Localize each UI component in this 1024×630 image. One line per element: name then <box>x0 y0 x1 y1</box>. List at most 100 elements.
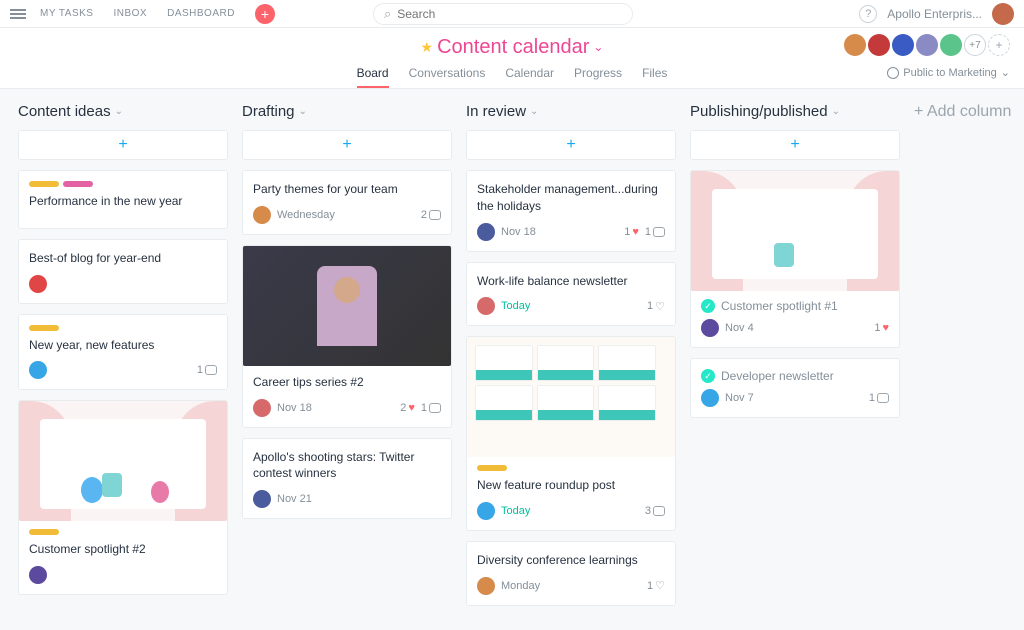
card-cover-image <box>19 401 227 521</box>
task-card[interactable]: ✓Customer spotlight #1Nov 41♥ <box>690 170 900 348</box>
task-card[interactable]: New year, new features1 <box>18 314 228 391</box>
chevron-down-icon[interactable]: ⌄ <box>593 40 603 54</box>
card-cover-image <box>243 246 451 366</box>
column-header[interactable]: Content ideas ⌄ <box>18 103 228 120</box>
member-avatar[interactable] <box>916 34 938 56</box>
menu-toggle[interactable] <box>10 9 26 19</box>
tab-calendar[interactable]: Calendar <box>505 66 554 88</box>
due-date: Nov 4 <box>725 322 754 334</box>
column-header[interactable]: In review ⌄ <box>466 103 676 120</box>
chat-icon <box>877 393 889 403</box>
card-title: Diversity conference learnings <box>477 552 665 569</box>
assignee-avatar[interactable] <box>477 223 495 241</box>
user-avatar[interactable] <box>992 3 1014 25</box>
heart-icon: ♥ <box>882 322 889 334</box>
project-visibility[interactable]: Public to Marketing ⌄ <box>887 66 1010 79</box>
add-member-button[interactable]: + <box>988 34 1010 56</box>
task-card[interactable]: Performance in the new year <box>18 170 228 229</box>
assignee-avatar[interactable] <box>253 206 271 224</box>
assignee-avatar[interactable] <box>253 399 271 417</box>
project-title[interactable]: Content calendar <box>437 36 589 59</box>
card-title: Customer spotlight #2 <box>29 541 217 558</box>
tag <box>29 181 59 187</box>
tab-progress[interactable]: Progress <box>574 66 622 88</box>
assignee-avatar[interactable] <box>253 490 271 508</box>
task-card[interactable]: Diversity conference learningsMonday1♡ <box>466 541 676 606</box>
card-title: Work-life balance newsletter <box>477 273 665 290</box>
tab-conversations[interactable]: Conversations <box>409 66 486 88</box>
nav-my-tasks[interactable]: MY TASKS <box>34 8 99 19</box>
chevron-down-icon: ⌄ <box>299 106 307 117</box>
task-card[interactable]: Party themes for your teamWednesday2 <box>242 170 452 235</box>
member-avatar[interactable] <box>940 34 962 56</box>
card-title: Best-of blog for year-end <box>29 250 217 267</box>
assignee-avatar[interactable] <box>477 297 495 315</box>
comment-count[interactable]: 2 <box>421 209 441 221</box>
like-count[interactable]: 1♥ <box>874 322 889 334</box>
assignee-avatar[interactable] <box>29 566 47 584</box>
comment-count[interactable]: 1 <box>421 402 441 414</box>
search-box[interactable]: ⌕ <box>373 3 633 25</box>
like-count[interactable]: 1♥ <box>624 226 639 238</box>
member-avatar[interactable] <box>844 34 866 56</box>
like-button[interactable]: 1♡ <box>647 579 665 592</box>
chevron-down-icon: ⌄ <box>832 106 840 117</box>
omni-add-button[interactable]: + <box>255 4 275 24</box>
due-date: Nov 7 <box>725 392 754 404</box>
task-card[interactable]: Career tips series #2Nov 182♥1 <box>242 245 452 428</box>
card-title: Career tips series #2 <box>253 374 441 391</box>
assignee-avatar[interactable] <box>477 577 495 595</box>
column-header[interactable]: Drafting ⌄ <box>242 103 452 120</box>
search-input[interactable] <box>397 7 622 21</box>
like-count[interactable]: 2♥ <box>400 402 415 414</box>
card-title: Apollo's shooting stars: Twitter contest… <box>253 449 441 483</box>
chat-icon <box>429 210 441 220</box>
chevron-down-icon: ⌄ <box>1001 66 1010 79</box>
assignee-avatar[interactable] <box>701 319 719 337</box>
visibility-label: Public to Marketing <box>903 67 997 79</box>
assignee-avatar[interactable] <box>29 275 47 293</box>
assignee-avatar[interactable] <box>29 361 47 379</box>
due-date: Today <box>501 300 530 312</box>
heart-icon: ♥ <box>632 226 639 238</box>
add-card-button[interactable]: + <box>18 130 228 160</box>
add-card-button[interactable]: + <box>242 130 452 160</box>
assignee-avatar[interactable] <box>477 502 495 520</box>
comment-count[interactable]: 1 <box>197 364 217 376</box>
tag-row <box>29 181 217 187</box>
assignee-avatar[interactable] <box>701 389 719 407</box>
card-title: New feature roundup post <box>477 477 665 494</box>
comment-count[interactable]: 1 <box>645 226 665 238</box>
add-card-button[interactable]: + <box>690 130 900 160</box>
due-date: Today <box>501 505 530 517</box>
due-date: Nov 18 <box>501 226 536 238</box>
nav-inbox[interactable]: INBOX <box>107 8 153 19</box>
member-avatar[interactable] <box>892 34 914 56</box>
member-avatar[interactable] <box>868 34 890 56</box>
member-overflow[interactable]: +7 <box>964 34 986 56</box>
help-icon[interactable]: ? <box>859 5 877 23</box>
workspace-name[interactable]: Apollo Enterpris... <box>887 7 982 21</box>
star-icon[interactable]: ★ <box>421 39 434 56</box>
column-header[interactable]: Publishing/published ⌄ <box>690 103 900 120</box>
nav-dashboard[interactable]: DASHBOARD <box>161 8 241 19</box>
task-card[interactable]: Apollo's shooting stars: Twitter contest… <box>242 438 452 520</box>
search-icon: ⌕ <box>384 6 391 22</box>
chat-icon <box>429 403 441 413</box>
tab-board[interactable]: Board <box>357 66 389 88</box>
task-card[interactable]: Work-life balance newsletter Today 1♡ <box>466 262 676 327</box>
tab-files[interactable]: Files <box>642 66 667 88</box>
task-card[interactable]: Best-of blog for year-end <box>18 239 228 304</box>
column-name: Drafting <box>242 103 295 120</box>
card-title: Developer newsletter <box>721 369 834 383</box>
task-card[interactable]: Customer spotlight #2 <box>18 400 228 595</box>
task-card[interactable]: New feature roundup post Today 3 <box>466 336 676 531</box>
add-column-button[interactable]: + Add column <box>914 103 1024 616</box>
task-card[interactable]: Stakeholder management...during the holi… <box>466 170 676 252</box>
chevron-down-icon: ⌄ <box>530 106 538 117</box>
comment-count[interactable]: 1 <box>869 392 889 404</box>
task-card[interactable]: ✓Developer newsletterNov 71 <box>690 358 900 418</box>
comment-count[interactable]: 3 <box>645 505 665 517</box>
like-button[interactable]: 1♡ <box>647 300 665 313</box>
add-card-button[interactable]: + <box>466 130 676 160</box>
